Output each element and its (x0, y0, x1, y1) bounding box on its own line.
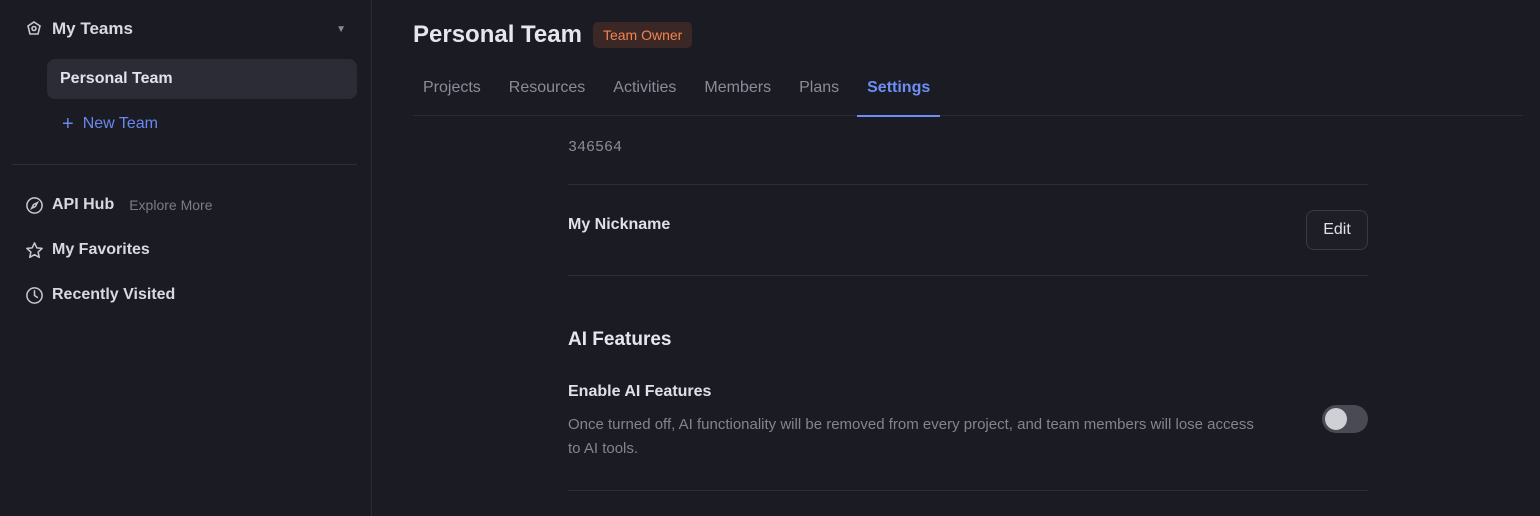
enable-ai-label: Enable AI Features (568, 383, 712, 400)
sidebar-divider (12, 164, 357, 165)
divider (568, 275, 1368, 276)
enable-ai-toggle[interactable] (1322, 405, 1368, 433)
chevron-down-icon[interactable]: ▼ (336, 24, 346, 35)
tab-members[interactable]: Members (694, 60, 781, 116)
nav-label: API Hub (52, 196, 115, 213)
nav-label: My Favorites (52, 241, 150, 258)
plus-icon: + (62, 113, 74, 135)
tab-projects[interactable]: Projects (413, 60, 491, 116)
compass-icon (24, 195, 44, 215)
tab-plans[interactable]: Plans (789, 60, 849, 116)
divider (568, 490, 1368, 491)
toggle-knob (1325, 408, 1347, 430)
divider (568, 184, 1368, 185)
nav-label: Recently Visited (52, 286, 176, 303)
nav-item-favorites[interactable]: My Favorites (24, 239, 150, 261)
team-id-value: 346564 (568, 139, 623, 156)
edit-nickname-button[interactable]: Edit (1306, 210, 1368, 250)
team-item-personal[interactable]: Personal Team (47, 59, 357, 99)
page-header: Personal Team Team Owner (413, 20, 693, 50)
nav-item-recently-visited[interactable]: Recently Visited (24, 284, 175, 306)
new-team-label: New Team (82, 115, 158, 132)
explore-more-link[interactable]: Explore More (129, 197, 212, 213)
tab-bar: Projects Resources Activities Members Pl… (413, 60, 1523, 117)
page-title: Personal Team (413, 21, 582, 48)
sidebar: My Teams ▼ Personal Team + New Team API … (0, 0, 372, 516)
nav-item-api-hub[interactable]: API Hub Explore More (24, 194, 212, 216)
my-teams-header[interactable]: My Teams ▼ (24, 18, 346, 40)
tab-resources[interactable]: Resources (499, 60, 595, 116)
ai-features-heading: AI Features (568, 329, 672, 350)
new-team-button[interactable]: + New Team (62, 113, 158, 135)
teams-icon (24, 19, 44, 39)
my-teams-label: My Teams (52, 19, 133, 38)
role-badge: Team Owner (592, 22, 693, 48)
enable-ai-description: Once turned off, AI functionality will b… (568, 416, 1254, 457)
nickname-label: My Nickname (568, 216, 671, 233)
tab-settings[interactable]: Settings (857, 60, 941, 117)
clock-icon (24, 285, 44, 305)
tab-activities[interactable]: Activities (603, 60, 686, 116)
app-root: My Teams ▼ Personal Team + New Team API … (0, 0, 1540, 516)
star-icon (24, 240, 44, 260)
